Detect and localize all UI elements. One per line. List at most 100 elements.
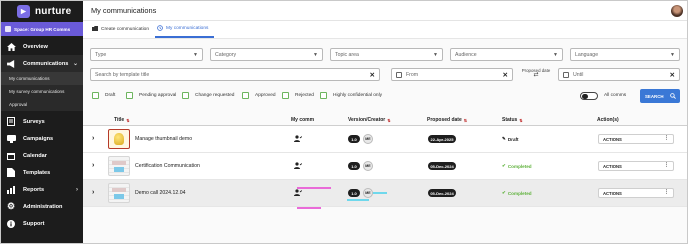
expand-row-icon[interactable]: › [92, 189, 94, 196]
all-comms-toggle[interactable] [580, 92, 598, 100]
checkbox-box[interactable] [126, 92, 133, 99]
my-comm-user-icon [294, 189, 303, 198]
more-icon: ⋮ [664, 135, 669, 141]
sidebar-item-label: Calendar [23, 152, 47, 159]
column-header-label: My comm [291, 117, 315, 123]
sort-icon: ⇅ [387, 117, 391, 123]
my-comm-user-icon [294, 135, 303, 144]
thumbnail-image[interactable] [108, 156, 130, 176]
clear-icon[interactable]: ✕ [370, 71, 375, 79]
status-badge: ✔ Completed [502, 190, 532, 196]
topic-area-select[interactable]: Topic area ▼ [330, 48, 443, 61]
search-input[interactable]: Search by template title ✕ [90, 68, 380, 81]
more-icon: ⋮ [664, 189, 669, 195]
type-select-value: Type [95, 51, 107, 58]
column-header-proposed-date[interactable]: Proposed date ⇅ [427, 117, 467, 123]
avatar[interactable] [671, 5, 683, 17]
render-artifact [297, 207, 321, 209]
checkbox-box[interactable] [282, 92, 289, 99]
template-icon [6, 168, 16, 177]
sidebar-item-label: Templates [23, 169, 51, 176]
sidebar-subitem-my-communications[interactable]: My communications [1, 72, 83, 85]
creator-avatar: ME [363, 188, 373, 198]
chevron-down-icon: ⌄ [72, 61, 78, 67]
thumbnail-image[interactable] [108, 129, 130, 149]
tab-label: Create communication [101, 27, 149, 32]
checkbox-label: Draft [105, 93, 116, 98]
sidebar-item-administration[interactable]: ⚙ Administration [1, 198, 83, 215]
row-title[interactable]: Demo call 2024.12.04 [135, 190, 185, 196]
tab-label: My communications [166, 26, 209, 31]
checkbox-box[interactable] [92, 92, 99, 99]
check-icon: ✔ [502, 163, 506, 168]
row-title[interactable]: Certification Communication [135, 163, 200, 169]
space-selector[interactable]: Space: Group HR Comms [1, 22, 83, 36]
tab-create-communication[interactable]: Create communication [90, 21, 155, 38]
sidebar-subitem-approval[interactable]: Approval [1, 98, 83, 111]
checkbox-pending-approval[interactable]: Pending approval [126, 92, 176, 99]
column-header-label: Action(s) [597, 117, 619, 123]
thumbnail-image[interactable] [108, 183, 130, 203]
table-row[interactable]: › Manage thumbnail demo 1.0 ME 22-Apr-20… [83, 126, 687, 153]
logo[interactable]: nurture [1, 1, 83, 21]
sidebar-item-reports[interactable]: Reports › [1, 181, 83, 198]
from-date-input[interactable]: From ✕ [391, 68, 513, 81]
sidebar-item-campaigns[interactable]: Campaigns [1, 130, 83, 147]
sidebar-item-surveys[interactable]: Surveys [1, 113, 83, 130]
checkbox-change-requested[interactable]: Change requested [182, 92, 234, 99]
checkbox-box[interactable] [320, 92, 327, 99]
checkbox-rejected[interactable]: Rejected [282, 92, 314, 99]
column-header-label: Status [502, 117, 518, 123]
caret-down-icon: ▼ [433, 52, 438, 58]
clear-icon[interactable]: ✕ [503, 71, 508, 79]
clear-icon[interactable]: ✕ [670, 71, 675, 79]
sidebar: nurture Space: Group HR Comms Overview C… [1, 1, 83, 243]
checkbox-highly-confidential[interactable]: Highly confidential only [320, 92, 382, 99]
sidebar-item-overview[interactable]: Overview [1, 38, 83, 55]
checkbox-approved[interactable]: Approved [242, 92, 276, 99]
category-select[interactable]: Category ▼ [210, 48, 323, 61]
sort-icon: ⇅ [519, 117, 523, 123]
status-label: Draft [507, 136, 519, 142]
proposed-date-badge: 05-Dec-2024 [428, 162, 456, 170]
swap-icon[interactable]: ⇄ [517, 72, 555, 78]
all-comms-label: All comms [604, 93, 627, 98]
language-select[interactable]: Language ▼ [570, 48, 680, 61]
checkbox-box[interactable] [242, 92, 249, 99]
column-header-version-creator[interactable]: Version/Creator ⇅ [348, 117, 391, 123]
sidebar-item-templates[interactable]: Templates [1, 164, 83, 181]
communications-section: Communications ⌄ My communications My su… [1, 55, 83, 111]
status-label: Completed [507, 190, 532, 196]
actions-dropdown[interactable]: ACTIONS ⋮ [598, 188, 674, 198]
sidebar-item-support[interactable]: Support [1, 215, 83, 232]
type-select[interactable]: Type ▼ [90, 48, 203, 61]
caret-down-icon: ▼ [670, 52, 675, 58]
calendar-icon [563, 71, 569, 78]
expand-row-icon[interactable]: › [92, 135, 94, 142]
checkbox-draft[interactable]: Draft [92, 92, 115, 99]
sidebar-subitem-my-survey-communications[interactable]: My survey communications [1, 85, 83, 98]
actions-dropdown[interactable]: ACTIONS ⋮ [598, 134, 674, 144]
sidebar-item-label: Overview [23, 43, 48, 50]
sidebar-item-label: Support [23, 220, 45, 227]
create-icon [92, 26, 98, 33]
expand-row-icon[interactable]: › [92, 162, 94, 169]
tab-my-communications[interactable]: My communications [155, 21, 215, 38]
proposed-date-badge: 05-Dec-2024 [428, 189, 456, 197]
checkbox-box[interactable] [182, 92, 189, 99]
column-header-my-comm: My comm [291, 117, 314, 123]
table-row[interactable]: › Certification Communication 1.0 ME 05-… [83, 153, 687, 180]
actions-dropdown[interactable]: ACTIONS ⋮ [598, 161, 674, 171]
search-button[interactable]: SEARCH [640, 89, 680, 103]
search-button-label: SEARCH [645, 93, 664, 99]
until-date-input[interactable]: Until ✕ [558, 68, 680, 81]
audience-select[interactable]: Audience ▼ [450, 48, 563, 61]
column-header-status[interactable]: Status ⇅ [502, 117, 523, 123]
actions-label: ACTIONS [603, 136, 622, 142]
row-title[interactable]: Manage thumbnail demo [135, 136, 192, 142]
gear-icon: ⚙ [6, 201, 16, 211]
sidebar-item-communications[interactable]: Communications ⌄ [1, 55, 83, 72]
my-comm-user-icon [294, 162, 303, 171]
sidebar-item-calendar[interactable]: Calendar [1, 147, 83, 164]
column-header-title[interactable]: Title ⇅ [114, 117, 130, 123]
